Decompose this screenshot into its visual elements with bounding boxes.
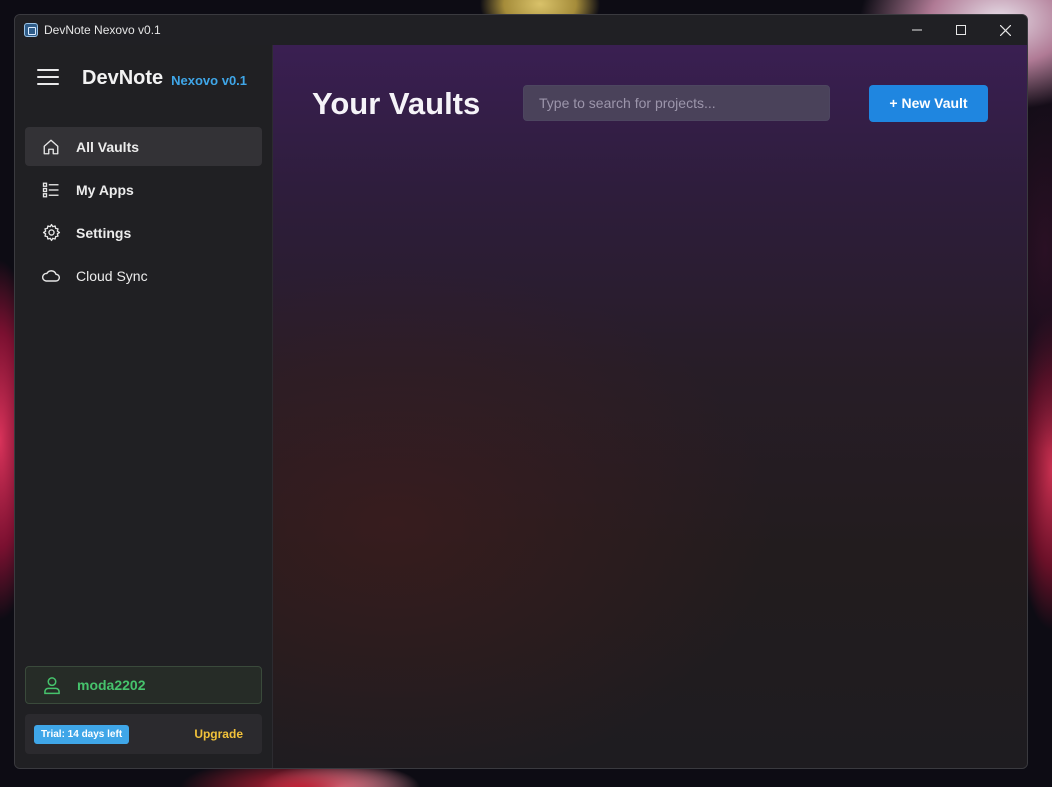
main-panel: Your Vaults + New Vault [273, 45, 1027, 768]
maximize-button[interactable] [939, 15, 983, 45]
sidebar-item-cloud-sync[interactable]: Cloud Sync [25, 256, 262, 295]
cloud-icon [41, 266, 61, 286]
username: moda2202 [77, 677, 146, 693]
list-icon [41, 180, 61, 200]
maximize-icon [956, 25, 966, 35]
sidebar-item-label: Settings [76, 224, 132, 241]
sidebar-item-label: All Vaults [76, 138, 140, 155]
sidebar-item-my-apps[interactable]: My Apps [25, 170, 262, 209]
app-icon [24, 23, 38, 37]
sidebar-item-label: My Apps [76, 181, 134, 198]
trial-badge: Trial: 14 days left [34, 724, 130, 744]
home-icon [41, 137, 61, 157]
page-title: Your Vaults [312, 86, 481, 121]
user-icon [42, 675, 62, 695]
sidebar: DevNote Nexovo v0.1 All Vaults My Apps S… [15, 45, 273, 768]
app-window: DevNote Nexovo v0.1 DevNote Nexovo v0.1 [14, 14, 1028, 769]
search-input[interactable] [523, 85, 830, 121]
new-vault-button[interactable]: + New Vault [869, 84, 988, 122]
sidebar-item-settings[interactable]: Settings [25, 213, 262, 252]
sidebar-item-label: Cloud Sync [76, 267, 148, 284]
user-account[interactable]: moda2202 [25, 666, 262, 704]
brand-name: DevNote [82, 66, 164, 89]
close-icon [999, 24, 1011, 36]
upgrade-link[interactable]: Upgrade [194, 727, 243, 741]
sidebar-header: DevNote Nexovo v0.1 [15, 45, 272, 111]
hamburger-menu-icon[interactable] [37, 69, 59, 85]
minimize-icon [912, 29, 922, 31]
close-button[interactable] [983, 15, 1027, 45]
version-label: Nexovo v0.1 [171, 72, 248, 88]
window-title: DevNote Nexovo v0.1 [44, 23, 161, 37]
title-bar: DevNote Nexovo v0.1 [15, 15, 1027, 45]
window-controls [895, 15, 1027, 45]
gear-icon [41, 223, 61, 243]
sidebar-item-all-vaults[interactable]: All Vaults [25, 127, 262, 166]
app-content: DevNote Nexovo v0.1 All Vaults My Apps S… [15, 45, 1027, 768]
main-header: Your Vaults + New Vault [273, 45, 1027, 161]
sidebar-nav: All Vaults My Apps Settings Cloud Sync [15, 111, 272, 295]
minimize-button[interactable] [895, 15, 939, 45]
trial-panel: Trial: 14 days left Upgrade [25, 714, 262, 754]
